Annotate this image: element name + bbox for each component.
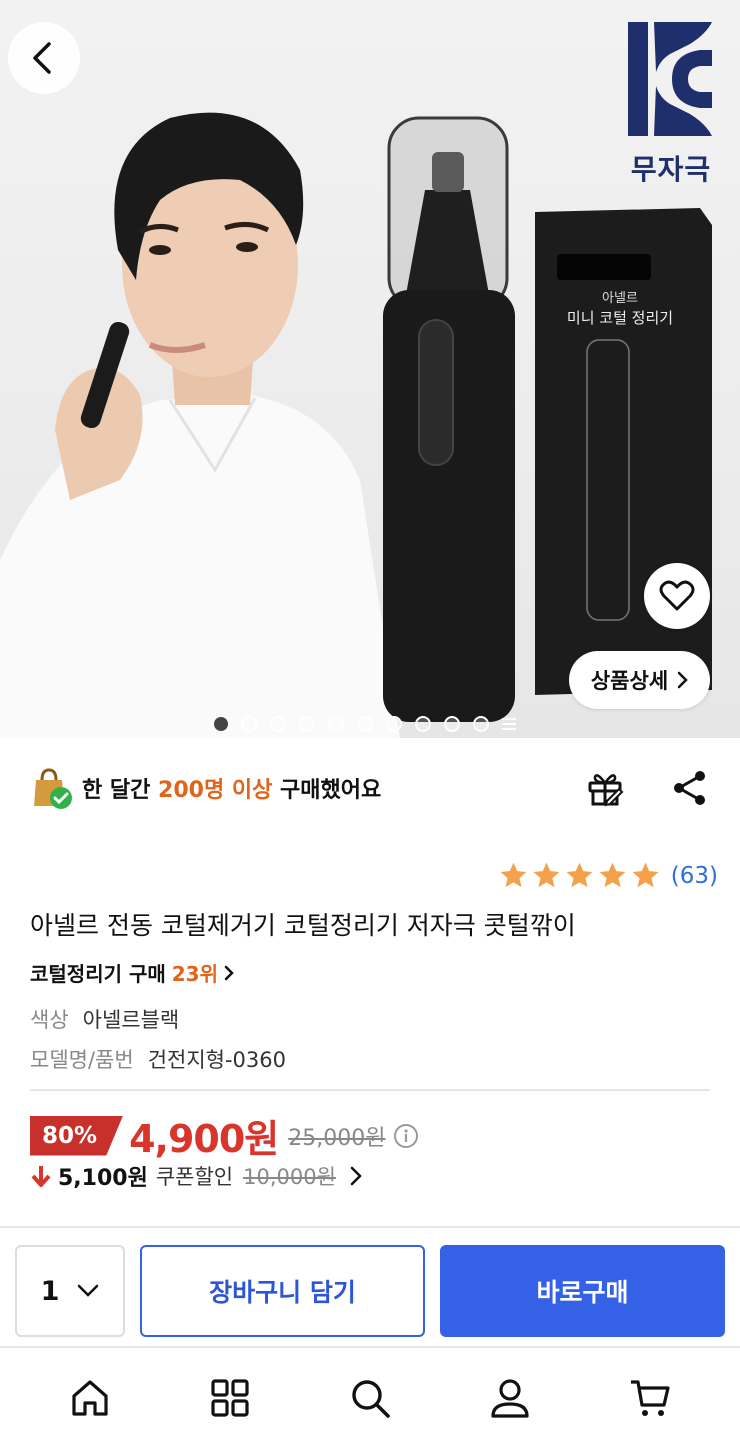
buy-now-button[interactable]: 바로구매 [440, 1245, 725, 1337]
coupon-original-price: 10,000원 [243, 1165, 336, 1189]
option-value: 건전지형-0360 [147, 1048, 286, 1072]
discount-badge: 80% [30, 1115, 124, 1156]
divider [30, 1089, 710, 1091]
original-price: 25,000원 [288, 1125, 386, 1151]
option-label: 색상 [30, 1008, 69, 1032]
tab-category[interactable] [200, 1368, 260, 1428]
purchase-action-bar: 1 장바구니 담기 바로구매 [0, 1226, 740, 1348]
star-icon [599, 862, 626, 888]
heart-icon [659, 580, 695, 611]
home-icon [72, 1380, 108, 1416]
bottom-tab-bar [0, 1350, 740, 1446]
chevron-right-icon [350, 1166, 362, 1186]
add-to-cart-button[interactable]: 장바구니 담기 [140, 1245, 425, 1337]
carousel-indicator [214, 716, 516, 732]
carousel-dot-active[interactable] [214, 717, 228, 731]
carousel-dot[interactable] [357, 716, 373, 732]
star-icon [533, 862, 560, 888]
product-detail-label: 상품상세 [590, 669, 669, 693]
search-icon [352, 1380, 390, 1418]
box-brand-text: 아넬르 [602, 291, 638, 306]
tab-search[interactable] [340, 1368, 400, 1428]
quantity-select[interactable]: 1 [15, 1245, 125, 1337]
gift-icon[interactable] [585, 768, 625, 808]
carousel-dot[interactable] [444, 716, 460, 732]
star-icon [566, 862, 593, 888]
info-icon[interactable] [393, 1123, 419, 1149]
category-rank-link[interactable]: 코털정리기 구매 23위 [30, 958, 234, 987]
star-icon [632, 862, 659, 888]
carousel-dot[interactable] [415, 716, 431, 732]
chevron-right-icon [224, 965, 234, 980]
sale-price: 4,900원 [129, 1117, 279, 1161]
purchase-count-row: 한 달간 200명 이상 구매했어요 [30, 764, 710, 812]
shopping-bag-check-icon [34, 768, 72, 809]
carousel-more-icon [502, 717, 516, 731]
carousel-dot[interactable] [270, 716, 286, 732]
star-icon [500, 862, 527, 888]
rank-value: 23위 [171, 962, 218, 986]
product-detail-button[interactable]: 상품상세 [569, 651, 710, 709]
quantity-value: 1 [40, 1275, 60, 1307]
tab-my-page[interactable] [480, 1368, 540, 1428]
wishlist-button[interactable] [644, 563, 710, 629]
chevron-left-icon [33, 42, 51, 74]
carousel-dot[interactable] [299, 716, 315, 732]
carousel-dot[interactable] [386, 716, 402, 732]
purchase-count-text: 한 달간 200명 이상 구매했어요 [82, 778, 382, 803]
coupon-discount-row[interactable]: 5,100원 쿠폰할인 10,000원 [30, 1160, 362, 1192]
option-label: 모델명/품번 [30, 1048, 134, 1072]
chevron-down-icon [78, 1284, 99, 1297]
rank-label: 코털정리기 구매 [30, 962, 166, 986]
option-model-row: 모델명/품번 건전지형-0360 [30, 1044, 286, 1074]
product-image-carousel[interactable]: 무자극 아넬르 미니 코털 정리기 상품상세 [0, 0, 740, 738]
tab-cart[interactable] [620, 1368, 680, 1428]
coupon-price: 5,100원 [58, 1166, 148, 1191]
coupon-label: 쿠폰할인 [155, 1165, 234, 1189]
cart-icon [631, 1380, 670, 1416]
arrow-down-icon [31, 1166, 51, 1187]
rating-summary[interactable]: (63) [498, 860, 718, 891]
carousel-dot[interactable] [241, 716, 257, 732]
tab-home[interactable] [60, 1368, 120, 1428]
review-count-link[interactable]: (63) [671, 863, 718, 889]
back-button[interactable] [8, 22, 80, 94]
carousel-dot[interactable] [473, 716, 489, 732]
chevron-right-icon [677, 671, 688, 689]
category-icon [211, 1379, 249, 1417]
carousel-dot[interactable] [328, 716, 344, 732]
kc-label: 무자극 [630, 153, 712, 186]
product-title: 아넬르 전동 코털제거기 코털정리기 저자극 콧털깎이 [30, 911, 576, 940]
box-product-text: 미니 코털 정리기 [566, 309, 674, 327]
purchase-count-highlight: 200명 이상 [158, 778, 273, 803]
user-icon [491, 1379, 529, 1418]
share-icon[interactable] [670, 768, 710, 808]
option-color-row: 색상 아넬르블랙 [30, 1004, 179, 1034]
option-value: 아넬르블랙 [82, 1008, 180, 1032]
price-row: 80% 4,900원 25,000원 [30, 1108, 419, 1163]
